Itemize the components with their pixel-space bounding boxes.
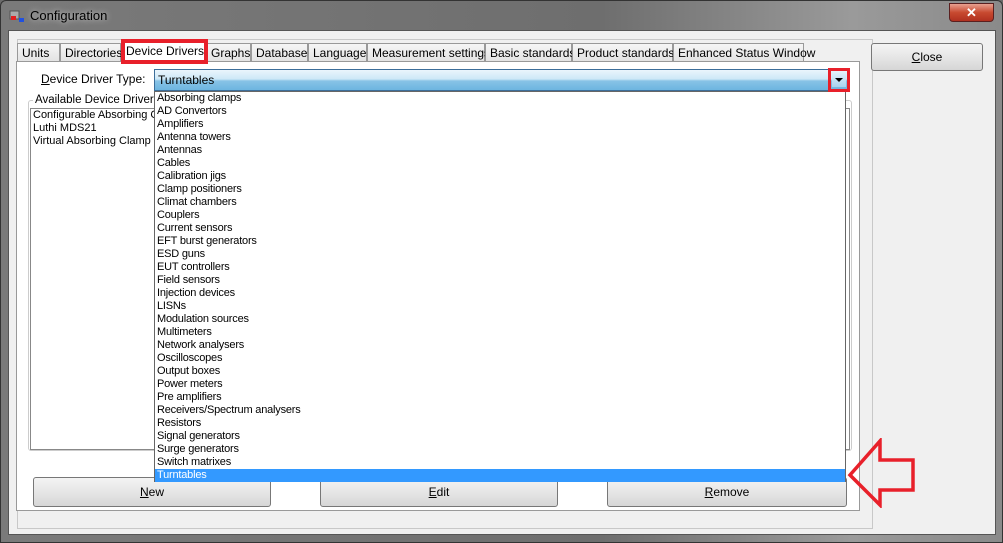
- tab-units[interactable]: Units: [17, 43, 60, 62]
- dropdown-option[interactable]: Multimeters: [155, 326, 845, 339]
- dropdown-option[interactable]: Field sensors: [155, 274, 845, 287]
- dropdown-option[interactable]: Absorbing clamps: [155, 92, 845, 105]
- available-drivers-label: Available Device Drivers: [33, 94, 162, 106]
- dropdown-option[interactable]: Clamp positioners: [155, 183, 845, 196]
- dropdown-option[interactable]: Network analysers: [155, 339, 845, 352]
- dropdown-option[interactable]: Modulation sources: [155, 313, 845, 326]
- dropdown-option[interactable]: Injection devices: [155, 287, 845, 300]
- window-close-button[interactable]: ✕: [949, 3, 994, 22]
- device-type-dropdown-list[interactable]: Absorbing clamps AD Convertors Amplifiers A…: [154, 91, 846, 482]
- dropdown-option[interactable]: Output boxes: [155, 365, 845, 378]
- dropdown-arrow-annotation: [828, 68, 850, 92]
- dropdown-option[interactable]: LISNs: [155, 300, 845, 313]
- close-button[interactable]: Close: [871, 43, 983, 71]
- label-mnemonic: D: [41, 72, 50, 86]
- window-title: Configuration: [30, 8, 108, 23]
- dropdown-option[interactable]: Antenna towers: [155, 131, 845, 144]
- dropdown-option[interactable]: Switch matrixes: [155, 456, 845, 469]
- remove-mnemonic: R: [704, 485, 714, 499]
- tab-graphs[interactable]: Graphs: [206, 43, 251, 62]
- dropdown-option[interactable]: Receivers/Spectrum analysers: [155, 404, 845, 417]
- dropdown-option[interactable]: Climat chambers: [155, 196, 845, 209]
- dropdown-option[interactable]: AD Convertors: [155, 105, 845, 118]
- dropdown-option[interactable]: EUT controllers: [155, 261, 845, 274]
- app-icon: [9, 10, 24, 22]
- label-text: evice Driver Type:: [49, 72, 146, 86]
- dropdown-option[interactable]: Signal generators: [155, 430, 845, 443]
- device-driver-type-select[interactable]: Turntables: [154, 69, 850, 91]
- tab-highlight-annotation: [121, 39, 208, 64]
- dropdown-option[interactable]: Current sensors: [155, 222, 845, 235]
- tab-language[interactable]: Language: [308, 43, 367, 62]
- tab-basic-standards[interactable]: Basic standards: [485, 43, 575, 62]
- new-label: ew: [148, 485, 164, 499]
- dropdown-option[interactable]: Power meters: [155, 378, 845, 391]
- dropdown-option[interactable]: Turntables: [155, 469, 845, 482]
- dropdown-option[interactable]: Pre amplifiers: [155, 391, 845, 404]
- tab-database[interactable]: Database: [251, 43, 308, 62]
- dropdown-option[interactable]: ESD guns: [155, 248, 845, 261]
- tab-product-standards[interactable]: Product standards: [572, 43, 674, 62]
- dropdown-option[interactable]: Calibration jigs: [155, 170, 845, 183]
- edit-mnemonic: E: [428, 485, 437, 499]
- dropdown-option[interactable]: Amplifiers: [155, 118, 845, 131]
- dropdown-option[interactable]: Antennas: [155, 144, 845, 157]
- edit-label: dit: [436, 485, 450, 499]
- selected-value: Turntables: [158, 73, 215, 87]
- red-arrow-annotation-icon: [847, 438, 915, 508]
- dropdown-option[interactable]: Resistors: [155, 417, 845, 430]
- dropdown-option[interactable]: Oscilloscopes: [155, 352, 845, 365]
- dropdown-option[interactable]: Surge generators: [155, 443, 845, 456]
- dropdown-option[interactable]: Couplers: [155, 209, 845, 222]
- close-label: lose: [920, 50, 943, 64]
- device-driver-type-label: Device Driver Type:: [41, 72, 145, 86]
- title-bar[interactable]: Configuration ✕: [1, 1, 1002, 31]
- dropdown-option[interactable]: Cables: [155, 157, 845, 170]
- tab-directories[interactable]: Directories: [60, 43, 122, 62]
- dropdown-option[interactable]: EFT burst generators: [155, 235, 845, 248]
- tab-enhanced-status-window[interactable]: Enhanced Status Window: [673, 43, 815, 62]
- remove-label: emove: [713, 485, 750, 499]
- new-mnemonic: N: [139, 485, 149, 499]
- tab-measurement-settings[interactable]: Measurement settings: [367, 43, 490, 62]
